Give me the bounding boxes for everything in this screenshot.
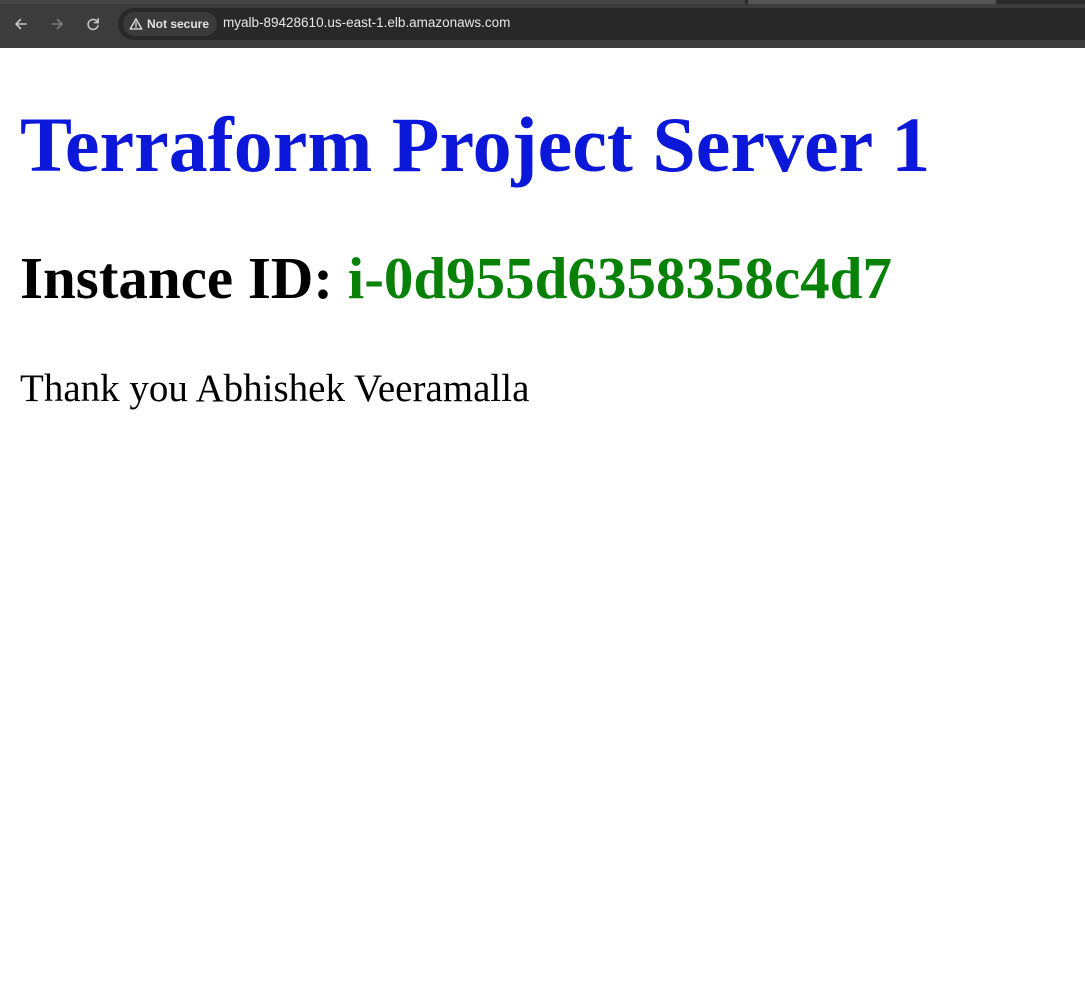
reload-icon xyxy=(87,18,99,31)
warning-triangle-icon xyxy=(129,18,143,30)
instance-id-value: i-0d955d6358358c4d7 xyxy=(347,245,892,311)
tab-strip xyxy=(0,0,1085,4)
security-indicator[interactable]: Not secure xyxy=(123,12,218,36)
tab-edge xyxy=(0,0,745,4)
browser-toolbar: Not secure myalb-89428610.us-east-1.elb.… xyxy=(0,0,1085,48)
arrow-right-icon xyxy=(51,18,63,30)
forward-button[interactable] xyxy=(45,12,69,36)
tab-edge xyxy=(748,0,996,4)
reload-button[interactable] xyxy=(81,12,105,36)
thank-you-message: Thank you Abhishek Veeramalla xyxy=(20,367,530,410)
address-bar[interactable]: Not secure myalb-89428610.us-east-1.elb.… xyxy=(118,8,1085,40)
page-content: Terraform Project Server 1 Instance ID: … xyxy=(0,48,1085,990)
arrow-left-icon xyxy=(15,18,27,30)
page-title: Terraform Project Server 1 xyxy=(20,101,931,188)
instance-label: Instance ID: xyxy=(20,245,334,311)
security-label: Not secure xyxy=(147,17,210,31)
back-button[interactable] xyxy=(9,12,33,36)
url-text[interactable]: myalb-89428610.us-east-1.elb.amazonaws.c… xyxy=(223,15,510,30)
instance-heading: Instance ID: i-0d955d6358358c4d7 xyxy=(20,249,892,308)
